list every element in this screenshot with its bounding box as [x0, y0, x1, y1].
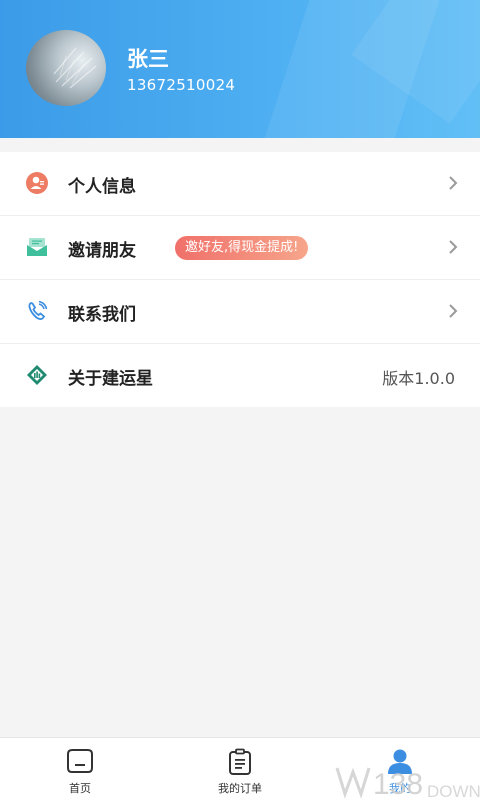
app-version: 版本1.0.0 — [382, 369, 455, 388]
watermark-suffix: DOWN — [427, 782, 480, 800]
menu-item-contact-us[interactable]: 联系我们 — [0, 280, 480, 344]
app-logo-icon — [27, 365, 47, 385]
chevron-right-icon — [449, 304, 458, 318]
menu-item-about[interactable]: 关于建运星 版本1.0.0 — [0, 344, 480, 407]
user-name: 张三 — [127, 47, 169, 71]
user-icon — [26, 172, 48, 194]
tab-orders[interactable]: 我的订单 — [160, 738, 320, 801]
menu-item-label: 联系我们 — [68, 305, 136, 325]
menu-item-invite-friends[interactable]: 邀请朋友 邀好友,得现金提成! — [0, 216, 480, 280]
phone-icon — [28, 300, 48, 320]
home-icon — [67, 749, 93, 773]
invite-promo-badge: 邀好友,得现金提成! — [175, 236, 309, 260]
tab-label: 首页 — [69, 782, 91, 795]
watermark-number: 138 — [373, 768, 423, 800]
tab-home[interactable]: 首页 — [0, 738, 160, 801]
profile-header: 张三 13672510024 — [0, 0, 480, 138]
watermark-logo: 138 DOWN — [335, 767, 480, 800]
avatar[interactable] — [26, 30, 106, 106]
user-phone: 13672510024 — [127, 76, 236, 94]
clipboard-icon — [229, 748, 251, 775]
envelope-icon — [27, 238, 47, 256]
tab-label: 我的订单 — [218, 782, 262, 795]
chevron-right-icon — [449, 240, 458, 254]
menu-item-label: 个人信息 — [68, 177, 136, 197]
settings-menu: 个人信息 邀请朋友 邀好友,得现金提成! 联系我们 关于建运星 版本1.0.0 — [0, 152, 480, 407]
chevron-right-icon — [449, 176, 458, 190]
menu-item-label: 关于建运星 — [68, 369, 153, 389]
menu-item-personal-info[interactable]: 个人信息 — [0, 152, 480, 216]
menu-item-label: 邀请朋友 — [68, 241, 136, 261]
